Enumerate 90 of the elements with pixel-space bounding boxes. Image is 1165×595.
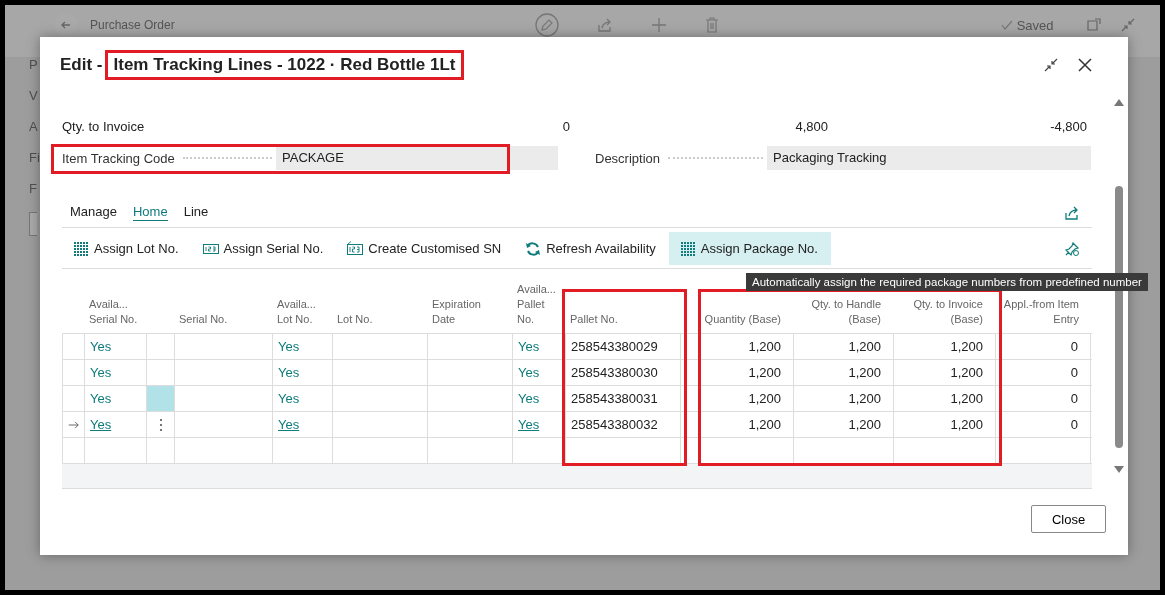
table-cell: 0: [1070, 365, 1078, 380]
column-header[interactable]: Availa... Pallet No.: [517, 282, 560, 327]
table-cell: 1,200: [950, 365, 983, 380]
edit-icon[interactable]: [534, 13, 559, 37]
link[interactable]: Yes: [278, 339, 300, 354]
table-cell: 1,200: [848, 417, 881, 432]
pin-icon[interactable]: [1064, 240, 1080, 257]
table-cell: 1,200: [950, 339, 983, 354]
table-cell: 1,200: [848, 391, 881, 406]
field-label: Description: [595, 150, 661, 166]
table-cell: 1,200: [848, 365, 881, 380]
action-button[interactable]: Create Customised SN: [336, 232, 515, 265]
link[interactable]: Yes: [278, 391, 300, 406]
column-header[interactable]: Availa... Lot No.: [277, 297, 327, 327]
close-icon[interactable]: [1077, 57, 1093, 73]
action-button[interactable]: Refresh Availability: [514, 232, 669, 265]
link[interactable]: Yes: [518, 391, 540, 406]
link[interactable]: Yes: [90, 417, 112, 432]
table-cell: 1,200: [950, 391, 983, 406]
action-button[interactable]: Assign Package No.: [668, 232, 831, 265]
table-cell: 0: [1070, 391, 1078, 406]
input-field[interactable]: [29, 212, 37, 236]
saved-status: Saved: [1016, 17, 1054, 33]
field-label: Item Tracking Code: [62, 150, 175, 166]
page-title: Purchase Order: [90, 18, 175, 32]
check-icon: [1000, 19, 1013, 31]
link[interactable]: Yes: [518, 365, 540, 380]
link[interactable]: Yes: [90, 391, 112, 406]
column-header[interactable]: Quantity (Base): [704, 312, 781, 327]
input-field[interactable]: PACKAGE: [276, 146, 558, 170]
table-cell: 0: [1070, 339, 1078, 354]
page-label: Fi: [29, 150, 41, 165]
tooltip: Automatically assign the required package numbers from predefined number: [746, 273, 1148, 291]
table-cell: 258543380030: [571, 365, 658, 380]
refresh-icon: [525, 240, 542, 257]
new-window-icon[interactable]: [1085, 17, 1102, 33]
table-row[interactable]: Yes Yes Yes 258543380030 1,200 1,200 1,200 0: [62, 359, 1092, 385]
close-button[interactable]: Close: [1031, 505, 1106, 533]
link[interactable]: Yes: [518, 417, 540, 432]
column-header[interactable]: Qty. to Handle (Base): [801, 297, 881, 327]
field-label: Qty. to Invoice: [62, 118, 146, 134]
table-row[interactable]: Yes Yes Yes 258543380031 1,200 1,200 1,200 0: [62, 385, 1092, 411]
tab[interactable]: Line: [183, 204, 209, 221]
share-icon[interactable]: [1064, 204, 1080, 221]
link[interactable]: Yes: [518, 339, 540, 354]
table-cell: 258543380031: [571, 391, 658, 406]
action-button[interactable]: Assign Lot No.: [62, 232, 192, 265]
column-header[interactable]: Appl.-from Item Entry: [1000, 297, 1079, 327]
link[interactable]: Yes: [278, 417, 300, 432]
plus-icon[interactable]: [650, 17, 667, 33]
tab[interactable]: Home: [133, 204, 168, 221]
page-label: A: [29, 119, 39, 134]
number-tag-icon: [347, 240, 364, 257]
column-header[interactable]: Serial No.: [179, 312, 228, 327]
table-cell: 1,200: [748, 365, 781, 380]
field-value: -4,800: [1049, 118, 1087, 134]
column-header[interactable]: Expiration Date: [432, 297, 507, 327]
field-value: 4,800: [794, 118, 828, 134]
table-cell: 1,200: [848, 339, 881, 354]
page-label: F: [29, 181, 38, 196]
table-cell: 1,200: [748, 339, 781, 354]
page-label: P: [29, 57, 39, 72]
link[interactable]: Yes: [90, 339, 112, 354]
link[interactable]: Yes: [278, 365, 300, 380]
grid-icon: [73, 240, 89, 257]
column-header[interactable]: Qty. to Invoice (Base): [903, 297, 983, 327]
link[interactable]: Yes: [90, 365, 112, 380]
column-header[interactable]: Lot No.: [337, 312, 373, 327]
table-row[interactable]: Yes Yes Yes 258543380029 1,200 1,200 1,200 0: [62, 333, 1092, 359]
tab[interactable]: Manage: [70, 204, 117, 221]
dialog-title-prefix: Edit -: [60, 54, 103, 76]
field-value: 0: [561, 118, 570, 134]
column-header[interactable]: Availa... Serial No.: [89, 297, 139, 327]
table-cell: 1,200: [748, 391, 781, 406]
column-header[interactable]: Pallet No.: [570, 312, 618, 327]
action-button[interactable]: Assign Serial No.: [191, 232, 337, 265]
trash-icon[interactable]: [704, 17, 719, 33]
input-field[interactable]: Packaging Tracking: [767, 146, 1091, 170]
grid-icon: [679, 240, 696, 257]
table-row[interactable]: Yes Yes Yes 258543380032 1,200 1,200 1,200 0: [62, 411, 1092, 437]
more-icon[interactable]: [158, 417, 163, 432]
table-cell: 258543380032: [571, 417, 658, 432]
table-cell: 1,200: [950, 417, 983, 432]
page-label: V: [29, 88, 39, 103]
selected-cell[interactable]: [146, 386, 174, 411]
table-cell: 1,200: [748, 417, 781, 432]
table-cell: 0: [1070, 417, 1078, 432]
dialog-title: Item Tracking Lines - 1022 · Red Bottle 1Lt: [107, 53, 462, 77]
collapse-icon[interactable]: [1043, 57, 1059, 73]
table-cell: 258543380029: [571, 339, 658, 354]
